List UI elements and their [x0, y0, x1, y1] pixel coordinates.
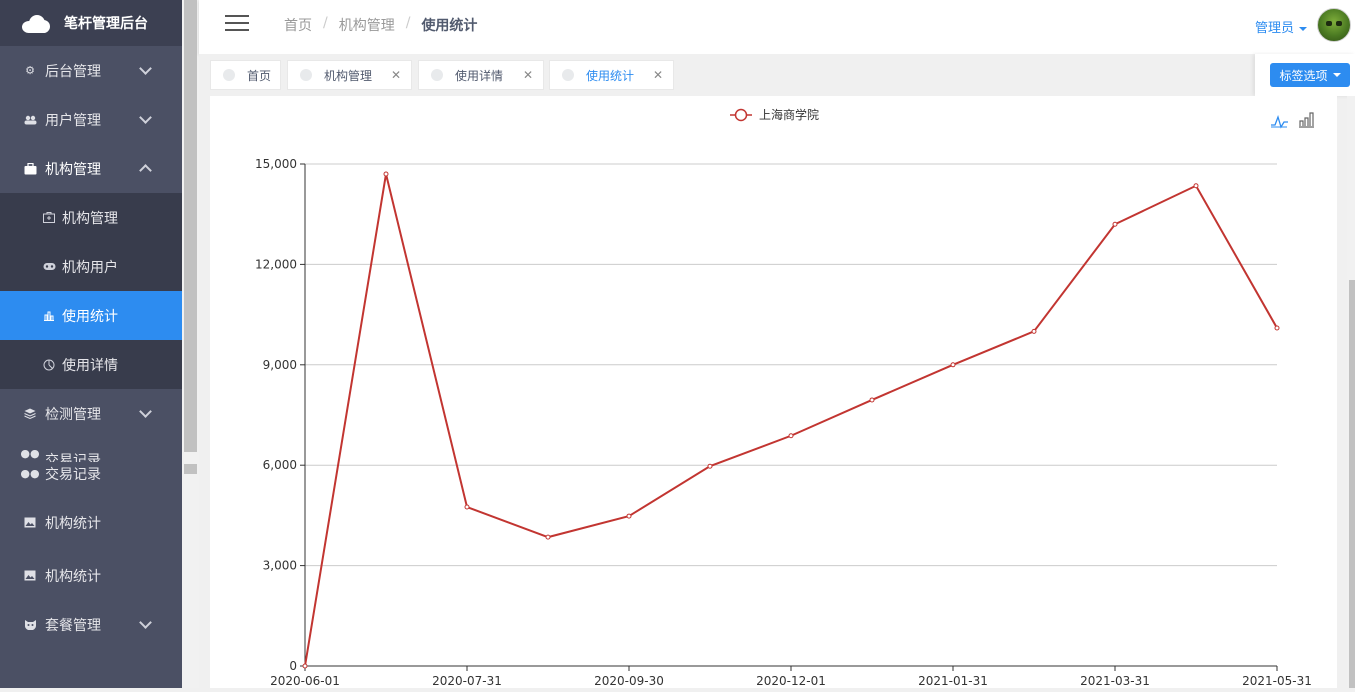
- legend-marker: [734, 108, 748, 122]
- layers-icon: [23, 407, 37, 421]
- menu-item-packages[interactable]: 套餐管理: [0, 600, 182, 649]
- chat-icon: ●●: [20, 467, 40, 480]
- users-icon: [23, 113, 37, 127]
- image-icon: [23, 516, 37, 530]
- breadcrumb-current: 使用统计: [421, 18, 478, 34]
- tab-usage-stats[interactable]: 使用统计 ✕: [549, 60, 674, 90]
- data-point[interactable]: [707, 463, 713, 469]
- breadcrumb-home[interactable]: 首页: [284, 15, 312, 35]
- app-title: 笔杆管理后台: [64, 16, 148, 32]
- data-point[interactable]: [383, 171, 389, 177]
- cloud-icon: [22, 13, 52, 33]
- x-tick-label: 2020-07-31: [432, 674, 502, 688]
- caret-down-icon: [1332, 73, 1341, 77]
- pie-chart-icon: [42, 358, 56, 372]
- bar-chart-icon: [42, 309, 56, 323]
- line-chart: 0 3,000 6,000 9,000 12,000 15,000 2020-06-01 2…: [255, 107, 1314, 688]
- breadcrumb-separator: /: [323, 15, 328, 31]
- image-icon: [23, 569, 37, 583]
- data-point[interactable]: [626, 513, 632, 519]
- cat-icon: [23, 618, 37, 632]
- data-point[interactable]: [1031, 328, 1037, 334]
- x-tick-label: 2021-05-31: [1242, 674, 1312, 688]
- data-point[interactable]: [1112, 221, 1118, 227]
- tab-org-manage[interactable]: 机构管理 ✕: [287, 60, 412, 90]
- tab-usage-details[interactable]: 使用详情 ✕: [418, 60, 544, 90]
- menu-item-org-stats-2[interactable]: 机构统计: [0, 551, 182, 600]
- chevron-down-icon: [139, 405, 152, 418]
- chevron-down-icon: [139, 616, 152, 629]
- data-point[interactable]: [302, 663, 308, 669]
- close-icon[interactable]: ✕: [391, 68, 401, 82]
- close-icon[interactable]: ✕: [523, 68, 533, 82]
- tab-dot-icon: [223, 69, 235, 81]
- briefcase-icon: [23, 162, 37, 176]
- page-scrollbar-thumb[interactable]: [1349, 280, 1355, 688]
- gamepad-icon: [42, 260, 56, 274]
- line-chart-icon[interactable]: [1271, 114, 1288, 129]
- data-point[interactable]: [1274, 325, 1280, 331]
- data-point[interactable]: [950, 362, 956, 368]
- chevron-down-icon: [139, 111, 152, 124]
- data-point[interactable]: [464, 504, 470, 510]
- data-point[interactable]: [545, 534, 551, 540]
- y-tick-label: 0: [289, 659, 297, 673]
- tab-dot-icon: [562, 69, 574, 81]
- series-line: [304, 173, 1278, 667]
- submenu-item-usage-stats[interactable]: 使用统计: [0, 291, 182, 340]
- close-icon[interactable]: ✕: [653, 68, 663, 82]
- tab-dot-icon: [300, 69, 312, 81]
- sidebar-scrollbar-arrow[interactable]: [184, 464, 197, 474]
- y-tick-label: 6,000: [263, 458, 297, 472]
- x-tick-label: 2021-01-31: [918, 674, 988, 688]
- tab-home[interactable]: 首页: [210, 60, 281, 90]
- submenu-item-org-users[interactable]: 机构用户: [0, 242, 182, 291]
- tab-dot-icon: [431, 69, 443, 81]
- data-point[interactable]: [1193, 183, 1199, 189]
- breadcrumb-separator: /: [405, 15, 411, 31]
- menu-item-transactions[interactable]: ●● 交易记录: [0, 449, 182, 498]
- x-tick-label: 2020-06-01: [270, 674, 340, 688]
- breadcrumb: 首页 / 机构管理 / 使用统计: [284, 15, 477, 35]
- bar-chart-icon[interactable]: [1299, 112, 1314, 128]
- breadcrumb-org[interactable]: 机构管理: [339, 15, 395, 35]
- tabs-bar: 首页 机构管理 ✕ 使用详情 ✕ 使用统计 ✕ 标签选项: [199, 54, 1355, 96]
- x-tick-label: 2020-09-30: [594, 674, 664, 688]
- submenu-item-usage-details[interactable]: 使用详情: [0, 340, 182, 389]
- y-tick-label: 3,000: [263, 559, 297, 573]
- sidebar: 笔杆管理后台 ⚙ 后台管理 用户管理 机构管理 机构管理 机构用户 使用统计 使…: [0, 0, 182, 688]
- data-point[interactable]: [788, 433, 794, 439]
- gear-icon: ⚙: [25, 64, 35, 77]
- y-tick-label: 15,000: [255, 157, 297, 171]
- legend-label: 上海商学院: [759, 107, 819, 122]
- menu-item-detection[interactable]: 检测管理: [0, 389, 182, 438]
- user-dropdown[interactable]: 管理员: [1255, 17, 1307, 36]
- top-header: 首页 / 机构管理 / 使用统计 管理员: [199, 0, 1355, 54]
- medkit-icon: [42, 211, 56, 225]
- legend[interactable]: 上海商学院: [730, 107, 819, 122]
- avatar[interactable]: [1317, 8, 1351, 42]
- logo: 笔杆管理后台: [0, 0, 182, 46]
- y-tick-label: 9,000: [263, 358, 297, 372]
- chevron-down-icon: [139, 62, 152, 75]
- chevron-up-icon: [139, 164, 152, 177]
- caret-down-icon: [1299, 26, 1307, 31]
- sidebar-scrollbar-thumb[interactable]: [184, 0, 197, 452]
- y-tick-label: 12,000: [255, 257, 297, 271]
- submenu-item-org-manage[interactable]: 机构管理: [0, 193, 182, 242]
- chart-panel: 0 3,000 6,000 9,000 12,000 15,000 2020-06-01 2…: [210, 96, 1337, 688]
- menu-item-org[interactable]: 机构管理: [0, 144, 182, 193]
- user-name: 管理员: [1254, 21, 1294, 36]
- data-point[interactable]: [869, 397, 875, 403]
- menu-item-org-stats[interactable]: 机构统计: [0, 498, 182, 547]
- x-tick-label: 2021-03-31: [1080, 674, 1150, 688]
- hamburger-menu-icon[interactable]: [225, 15, 249, 33]
- tab-options-button[interactable]: 标签选项: [1270, 63, 1350, 87]
- org-submenu: 机构管理 机构用户 使用统计 使用详情: [0, 193, 182, 389]
- menu-item-users[interactable]: 用户管理: [0, 95, 182, 144]
- x-tick-label: 2020-12-01: [756, 674, 826, 688]
- tab-options-panel: 标签选项: [1255, 54, 1355, 96]
- menu-item-admin[interactable]: ⚙ 后台管理: [0, 46, 182, 95]
